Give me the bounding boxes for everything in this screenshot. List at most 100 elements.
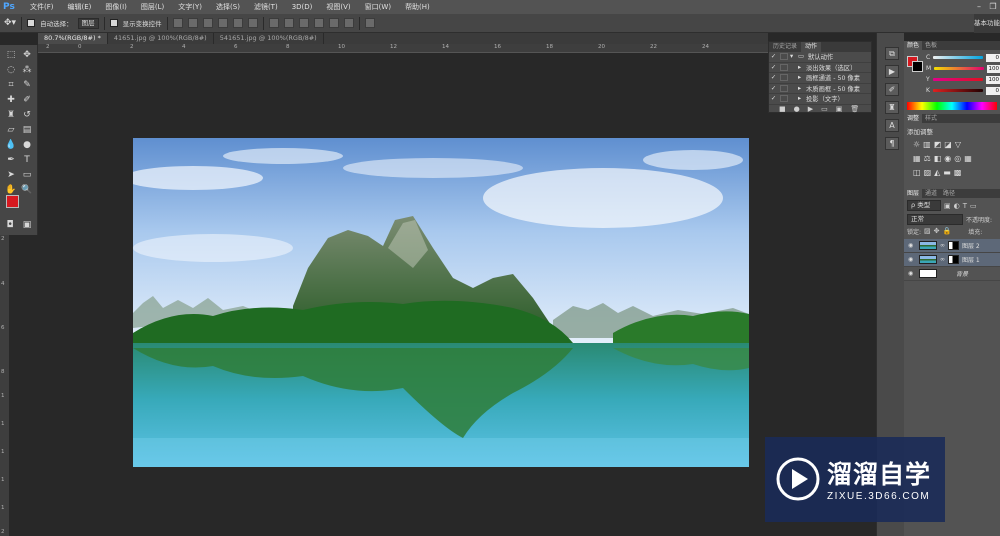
action-row[interactable]: ✓ ▸ 投影（文字） bbox=[769, 94, 871, 105]
tab-layers[interactable]: 图层 bbox=[904, 189, 923, 198]
magic-wand-tool-icon[interactable]: ⁂ bbox=[20, 64, 34, 77]
zoom-tool-icon[interactable]: 🔍 bbox=[20, 184, 34, 197]
checkmark-icon[interactable]: ✓ bbox=[769, 53, 778, 60]
filter-adjust-icon[interactable]: ◐ bbox=[954, 202, 960, 210]
menu-file[interactable]: 文件(F) bbox=[23, 0, 61, 14]
dodge-tool-icon[interactable]: ● bbox=[20, 139, 34, 152]
photo-filter-icon[interactable]: ◉ bbox=[944, 154, 951, 163]
action-row[interactable]: ✓ ▸ 画框通道 - 50 像素 bbox=[769, 73, 871, 84]
selective-color-icon[interactable]: ▩ bbox=[954, 168, 962, 177]
distribute-top-icon[interactable] bbox=[268, 18, 279, 28]
path-selection-tool-icon[interactable]: ➤ bbox=[4, 169, 18, 182]
black-white-icon[interactable]: ◧ bbox=[934, 154, 942, 163]
align-left-icon[interactable] bbox=[217, 18, 228, 28]
dialog-toggle[interactable] bbox=[780, 53, 788, 61]
menu-layer[interactable]: 图层(L) bbox=[134, 0, 171, 14]
vibrance-icon[interactable]: ▽ bbox=[955, 140, 961, 149]
slider-track[interactable] bbox=[934, 67, 984, 70]
lock-all-icon[interactable]: 🔒 bbox=[943, 227, 952, 235]
slider-cyan[interactable]: C 0 bbox=[904, 52, 1000, 63]
distribute-left-icon[interactable] bbox=[313, 18, 324, 28]
layer-mask-thumbnail[interactable] bbox=[948, 255, 959, 264]
distribute-bottom-icon[interactable] bbox=[298, 18, 309, 28]
new-set-icon[interactable]: ▭ bbox=[821, 105, 828, 113]
crop-tool-icon[interactable]: ⌗ bbox=[4, 79, 18, 92]
gradient-tool-icon[interactable]: ▤ bbox=[20, 124, 34, 137]
distribute-vcenter-icon[interactable] bbox=[283, 18, 294, 28]
slider-track[interactable] bbox=[932, 89, 984, 92]
checkmark-icon[interactable]: ✓ bbox=[769, 74, 778, 81]
layer-row[interactable]: ◉ ∞ 图层 1 bbox=[904, 253, 1000, 267]
visibility-eye-icon[interactable]: ◉ bbox=[908, 270, 916, 277]
chain-link-icon[interactable]: ∞ bbox=[940, 242, 945, 249]
expand-arrow-icon[interactable]: ▸ bbox=[790, 74, 801, 81]
play-icon[interactable]: ▶ bbox=[808, 105, 813, 113]
expand-arrow-icon[interactable]: ▸ bbox=[790, 95, 801, 102]
checkmark-icon[interactable]: ✓ bbox=[769, 95, 778, 102]
checkmark-icon[interactable]: ✓ bbox=[769, 64, 778, 71]
color-lookup-icon[interactable]: ▦ bbox=[964, 154, 972, 163]
lock-position-icon[interactable]: ✥ bbox=[934, 227, 940, 235]
align-top-icon[interactable] bbox=[172, 18, 183, 28]
layer-mask-thumbnail[interactable] bbox=[948, 241, 959, 250]
history-panel-icon[interactable]: ⧉ bbox=[885, 47, 899, 60]
channel-value[interactable]: 0 bbox=[986, 86, 1000, 95]
tab-color[interactable]: 颜色 bbox=[904, 41, 923, 50]
trash-icon[interactable]: 🗑 bbox=[850, 105, 859, 113]
eyedropper-tool-icon[interactable]: ✎ bbox=[20, 79, 34, 92]
filter-type-icon[interactable]: T bbox=[963, 202, 967, 210]
checkmark-icon[interactable]: ✓ bbox=[769, 85, 778, 92]
align-vcenter-icon[interactable] bbox=[187, 18, 198, 28]
filter-pixel-icon[interactable]: ▣ bbox=[944, 202, 951, 210]
gradient-map-icon[interactable]: ▬ bbox=[943, 168, 951, 177]
layer-filter-dropdown[interactable]: ρ 类型 bbox=[907, 200, 941, 211]
collapse-arrow-icon[interactable]: ▾ bbox=[790, 53, 798, 60]
lock-pixels-icon[interactable]: ▨ bbox=[924, 227, 931, 235]
minimize-button[interactable]: – bbox=[972, 0, 986, 14]
auto-select-checkbox[interactable] bbox=[27, 19, 36, 27]
slider-magenta[interactable]: M 100 bbox=[904, 63, 1000, 74]
tab-paths[interactable]: 路径 bbox=[940, 189, 958, 198]
clone-source-icon[interactable]: ♜ bbox=[885, 101, 899, 114]
restore-button[interactable]: ❐ bbox=[986, 0, 1000, 14]
align-bottom-icon[interactable] bbox=[202, 18, 213, 28]
slider-black[interactable]: K 0 bbox=[904, 85, 1000, 96]
expand-arrow-icon[interactable]: ▸ bbox=[790, 64, 801, 71]
color-spectrum-ramp[interactable] bbox=[907, 102, 997, 110]
align-right-icon[interactable] bbox=[247, 18, 258, 28]
channel-value[interactable]: 100 bbox=[986, 64, 1000, 73]
auto-select-target-dropdown[interactable]: 图层 bbox=[77, 17, 99, 29]
dialog-toggle[interactable] bbox=[780, 84, 788, 92]
layer-row[interactable]: ◉ ∞ 图层 2 bbox=[904, 239, 1000, 253]
hue-saturation-icon[interactable]: ▦ bbox=[913, 154, 921, 163]
filter-shape-icon[interactable]: ▭ bbox=[970, 202, 977, 210]
healing-brush-tool-icon[interactable]: ✚ bbox=[4, 94, 18, 107]
tab-channels[interactable]: 通道 bbox=[922, 189, 940, 198]
record-icon[interactable]: ● bbox=[794, 105, 800, 113]
expand-arrow-icon[interactable]: ▸ bbox=[790, 85, 801, 92]
visibility-eye-icon[interactable]: ◉ bbox=[908, 242, 916, 249]
chain-link-icon[interactable]: ∞ bbox=[940, 256, 945, 263]
slider-track[interactable] bbox=[933, 56, 984, 59]
layer-name[interactable]: 背景 bbox=[956, 269, 968, 278]
visibility-eye-icon[interactable]: ◉ bbox=[908, 256, 916, 263]
tab-document-1[interactable]: 80.7%(RGB/8#) * bbox=[38, 33, 108, 44]
menu-select[interactable]: 选择(S) bbox=[209, 0, 247, 14]
lasso-tool-icon[interactable]: ◌ bbox=[4, 64, 18, 77]
stop-icon[interactable]: ■ bbox=[779, 105, 786, 113]
color-balance-icon[interactable]: ⚖ bbox=[924, 154, 931, 163]
tab-document-2[interactable]: 41651.jpg @ 100%(RGB/8#) bbox=[108, 33, 214, 44]
auto-align-icon[interactable] bbox=[364, 18, 375, 28]
dialog-toggle[interactable] bbox=[780, 63, 788, 71]
menu-type[interactable]: 文字(Y) bbox=[171, 0, 209, 14]
menu-help[interactable]: 帮助(H) bbox=[398, 0, 437, 14]
threshold-icon[interactable]: ◭ bbox=[934, 168, 940, 177]
document-canvas[interactable] bbox=[133, 138, 749, 467]
posterize-icon[interactable]: ▨ bbox=[924, 168, 932, 177]
action-row[interactable]: ✓ ▸ 木质画框 - 50 像素 bbox=[769, 84, 871, 94]
brush-panel-icon[interactable]: ✐ bbox=[885, 83, 899, 96]
distribute-hcenter-icon[interactable] bbox=[328, 18, 339, 28]
exposure-icon[interactable]: ◪ bbox=[944, 140, 952, 149]
menu-window[interactable]: 窗口(W) bbox=[358, 0, 398, 14]
tab-swatches[interactable]: 色板 bbox=[922, 41, 940, 50]
